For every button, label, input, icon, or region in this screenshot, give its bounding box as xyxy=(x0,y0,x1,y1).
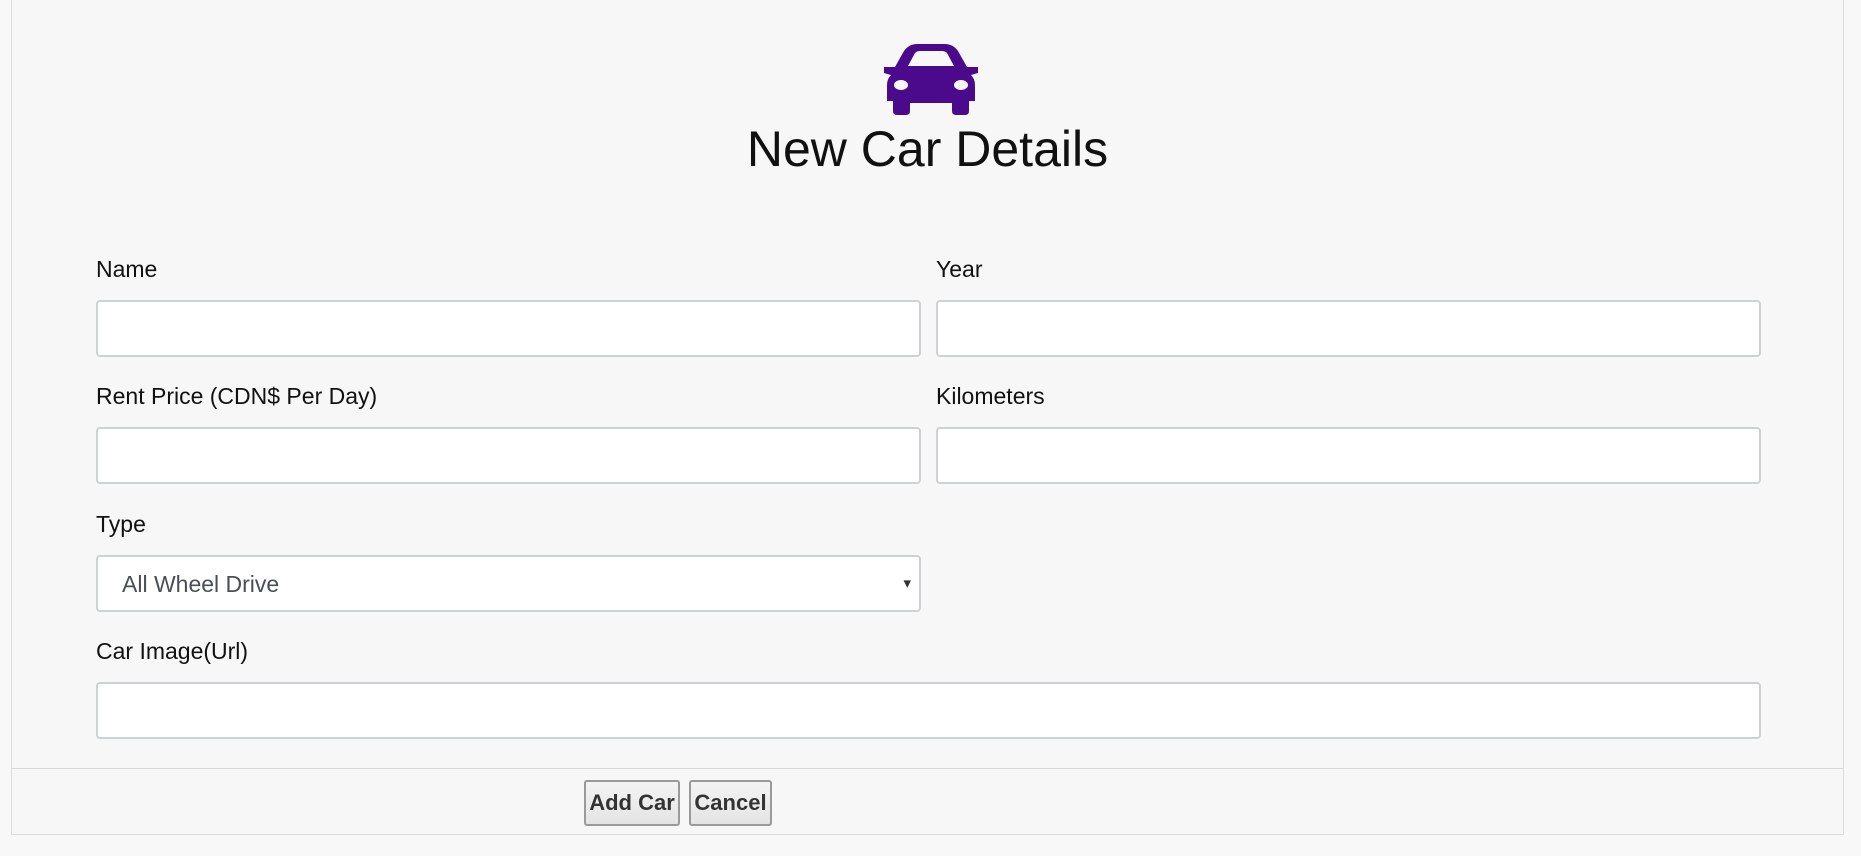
chevron-down-icon: ▾ xyxy=(903,575,911,592)
rent-price-label: Rent Price (CDN$ Per Day) xyxy=(96,383,378,409)
kilometers-label: Kilometers xyxy=(936,383,1045,409)
page-title: New Car Details xyxy=(746,121,1109,177)
name-input[interactable] xyxy=(96,300,921,357)
new-car-form-panel: New Car Details Name Year Rent Price (CD… xyxy=(11,0,1844,835)
add-car-button[interactable]: Add Car xyxy=(584,780,680,826)
cancel-button[interactable]: Cancel xyxy=(689,780,772,826)
name-label: Name xyxy=(96,256,158,282)
year-input[interactable] xyxy=(936,300,1761,357)
car-icon xyxy=(884,44,978,115)
type-selected-value: All Wheel Drive xyxy=(122,571,280,597)
type-select[interactable]: All Wheel Drive ▾ xyxy=(96,555,921,612)
kilometers-input[interactable] xyxy=(936,427,1761,484)
rent-price-input[interactable] xyxy=(96,427,921,484)
type-label: Type xyxy=(96,511,146,537)
car-image-url-input[interactable] xyxy=(96,682,1761,739)
car-image-label: Car Image(Url) xyxy=(96,638,249,664)
footer-divider xyxy=(12,768,1843,769)
year-label: Year xyxy=(936,256,983,282)
